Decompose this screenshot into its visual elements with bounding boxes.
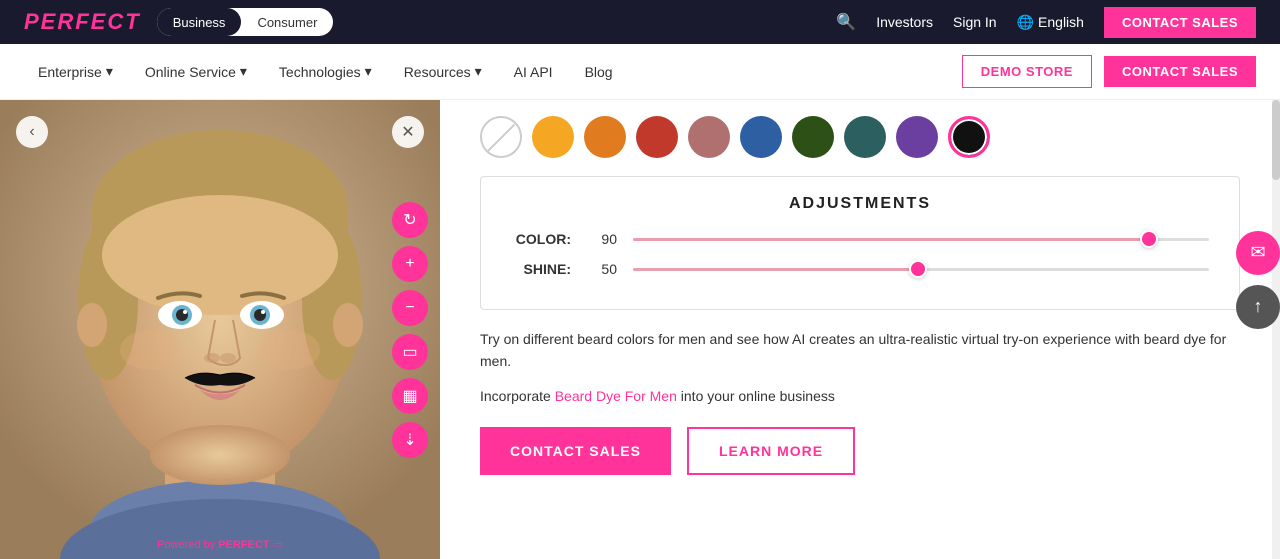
description-suffix: into your online business	[681, 388, 835, 404]
prev-photo-button[interactable]: ‹	[16, 116, 48, 148]
swatch-teal[interactable]	[844, 116, 886, 158]
nav-online-service[interactable]: Online Service ▾	[131, 55, 261, 88]
up-arrow-icon: ↑	[1254, 296, 1263, 317]
description-prefix: Incorporate	[480, 388, 551, 404]
nav-online-service-label: Online Service	[145, 64, 236, 80]
top-bar-left: PERFECT Business Consumer	[24, 8, 333, 36]
swatch-red[interactable]	[636, 116, 678, 158]
download-tool-button[interactable]: ⇣	[392, 422, 428, 458]
contact-sales-top-button[interactable]: CONTACT SALES	[1104, 7, 1256, 38]
nav-blog[interactable]: Blog	[571, 56, 627, 88]
side-tools: ↻ + − ▭ ▦ ⇣	[392, 202, 428, 458]
nav-ai-api[interactable]: AI API	[500, 56, 567, 88]
nav-left: Enterprise ▾ Online Service ▾ Technologi…	[24, 55, 627, 88]
color-slider-fill	[633, 238, 1151, 241]
swatch-amber[interactable]	[532, 116, 574, 158]
scroll-thumb[interactable]	[1272, 100, 1280, 180]
nav-blog-label: Blog	[585, 64, 613, 80]
top-bar: PERFECT Business Consumer 🔍 Investors Si…	[0, 0, 1280, 44]
investors-link[interactable]: Investors	[876, 14, 933, 30]
powered-by-prefix: Powered by	[157, 539, 215, 551]
globe-icon: 🌐	[1017, 14, 1034, 31]
close-button[interactable]: ✕	[392, 116, 424, 148]
cta-buttons: CONTACT SALES LEARN MORE	[480, 427, 1240, 475]
contact-sales-nav-button[interactable]: CONTACT SALES	[1104, 56, 1256, 87]
swatch-blue[interactable]	[740, 116, 782, 158]
swatch-dark-green[interactable]	[792, 116, 834, 158]
search-icon[interactable]: 🔍	[836, 12, 856, 32]
email-icon: ✉	[1250, 242, 1265, 263]
minus-tool-button[interactable]: −	[392, 290, 428, 326]
nav-enterprise[interactable]: Enterprise ▾	[24, 55, 127, 88]
shine-slider-thumb[interactable]	[909, 260, 927, 278]
shine-label: SHINE:	[511, 261, 571, 277]
swatch-purple[interactable]	[896, 116, 938, 158]
face-image	[0, 100, 440, 559]
nav-enterprise-label: Enterprise	[38, 64, 102, 80]
nav-resources-label: Resources	[404, 64, 471, 80]
language-selector[interactable]: 🌐 English	[1017, 14, 1084, 31]
shine-slider-track[interactable]	[633, 268, 1209, 271]
nav-bar: Enterprise ▾ Online Service ▾ Technologi…	[0, 44, 1280, 100]
nav-resources[interactable]: Resources ▾	[390, 55, 496, 88]
color-slider-row: COLOR: 90	[511, 231, 1209, 247]
mode-toggle: Business Consumer	[157, 8, 334, 36]
learn-more-button[interactable]: LEARN MORE	[687, 427, 855, 475]
chevron-down-icon-3: ▾	[365, 63, 372, 80]
chevron-down-icon-4: ▾	[475, 63, 482, 80]
adjustments-panel: ADJUSTMENTS COLOR: 90 SHINE: 50	[480, 176, 1240, 310]
swatch-none[interactable]	[480, 116, 522, 158]
top-bar-right: 🔍 Investors Sign In 🌐 English CONTACT SA…	[836, 7, 1256, 38]
color-value: 90	[587, 231, 617, 247]
signin-link[interactable]: Sign In	[953, 14, 997, 30]
powered-by: Powered by PERFECT ▭	[157, 538, 283, 551]
photo-area	[0, 100, 440, 559]
swatch-orange[interactable]	[584, 116, 626, 158]
nav-technologies-label: Technologies	[279, 64, 361, 80]
photo-panel: ‹ ✕ ↻ + − ▭ ▦ ⇣ Powered by PERFECT ▭	[0, 100, 440, 559]
business-toggle[interactable]: Business	[157, 8, 242, 36]
description-text-1: Try on different beard colors for men an…	[480, 328, 1240, 373]
language-label: English	[1038, 14, 1084, 30]
swatch-black[interactable]	[948, 116, 990, 158]
shine-slider-row: SHINE: 50	[511, 261, 1209, 277]
beard-dye-link[interactable]: Beard Dye For Men	[555, 388, 677, 404]
powered-by-brand: PERFECT	[218, 539, 269, 551]
color-swatches	[480, 116, 1240, 158]
chevron-down-icon: ▾	[106, 63, 113, 80]
scrollbar[interactable]	[1272, 100, 1280, 559]
shine-slider-fill	[633, 268, 921, 271]
main-content: ‹ ✕ ↻ + − ▭ ▦ ⇣ Powered by PERFECT ▭	[0, 100, 1280, 559]
demo-store-button[interactable]: DEMO STORE	[962, 55, 1092, 88]
scroll-up-float-button[interactable]: ↑	[1236, 285, 1280, 329]
grid-tool-button[interactable]: ▦	[392, 378, 428, 414]
logo: PERFECT	[24, 9, 141, 35]
chevron-down-icon-2: ▾	[240, 63, 247, 80]
reset-tool-button[interactable]: ↻	[392, 202, 428, 238]
shine-value: 50	[587, 261, 617, 277]
crop-tool-button[interactable]: ▭	[392, 334, 428, 370]
external-link-icon: ▭	[273, 539, 283, 551]
email-float-button[interactable]: ✉	[1236, 231, 1280, 275]
swatch-mauve[interactable]	[688, 116, 730, 158]
color-slider-thumb[interactable]	[1140, 230, 1158, 248]
nav-right: DEMO STORE CONTACT SALES	[962, 55, 1256, 88]
right-panel: ADJUSTMENTS COLOR: 90 SHINE: 50	[440, 100, 1280, 559]
nav-ai-api-label: AI API	[514, 64, 553, 80]
description-text-2: Incorporate Beard Dye For Men into your …	[480, 385, 1240, 407]
plus-tool-button[interactable]: +	[392, 246, 428, 282]
contact-sales-button[interactable]: CONTACT SALES	[480, 427, 671, 475]
floating-actions: ✉ ↑	[1236, 231, 1280, 329]
consumer-toggle[interactable]: Consumer	[241, 8, 333, 36]
adjustments-title: ADJUSTMENTS	[511, 195, 1209, 213]
nav-technologies[interactable]: Technologies ▾	[265, 55, 386, 88]
color-slider-track[interactable]	[633, 238, 1209, 241]
color-label: COLOR:	[511, 231, 571, 247]
